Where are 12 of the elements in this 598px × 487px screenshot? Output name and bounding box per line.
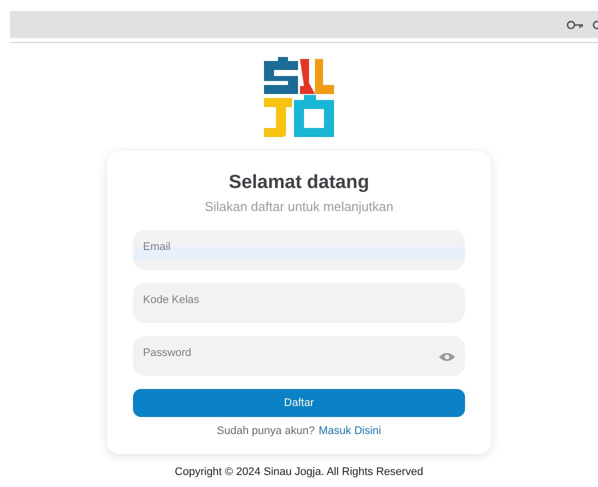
login-link[interactable]: Masuk Disini (318, 423, 382, 440)
card-subtitle: Silakan daftar untuk melanjutkan (204, 198, 394, 216)
card-title: Selamat datang (228, 171, 370, 195)
login-prompt: Sudah punya akun? (216, 424, 315, 440)
register-button[interactable]: Daftar (133, 389, 465, 418)
input-field[interactable]: Kode Kelas (133, 283, 465, 324)
input-field[interactable]: Password (133, 336, 465, 376)
key-icon[interactable] (566, 20, 584, 30)
toolbar-icon[interactable] (592, 20, 598, 30)
logo-icon (264, 57, 334, 137)
copyright-text: Copyright © 2024 Sinau Jogja. All Rights Reserved (174, 464, 424, 480)
input-field[interactable]: Email (133, 230, 465, 270)
